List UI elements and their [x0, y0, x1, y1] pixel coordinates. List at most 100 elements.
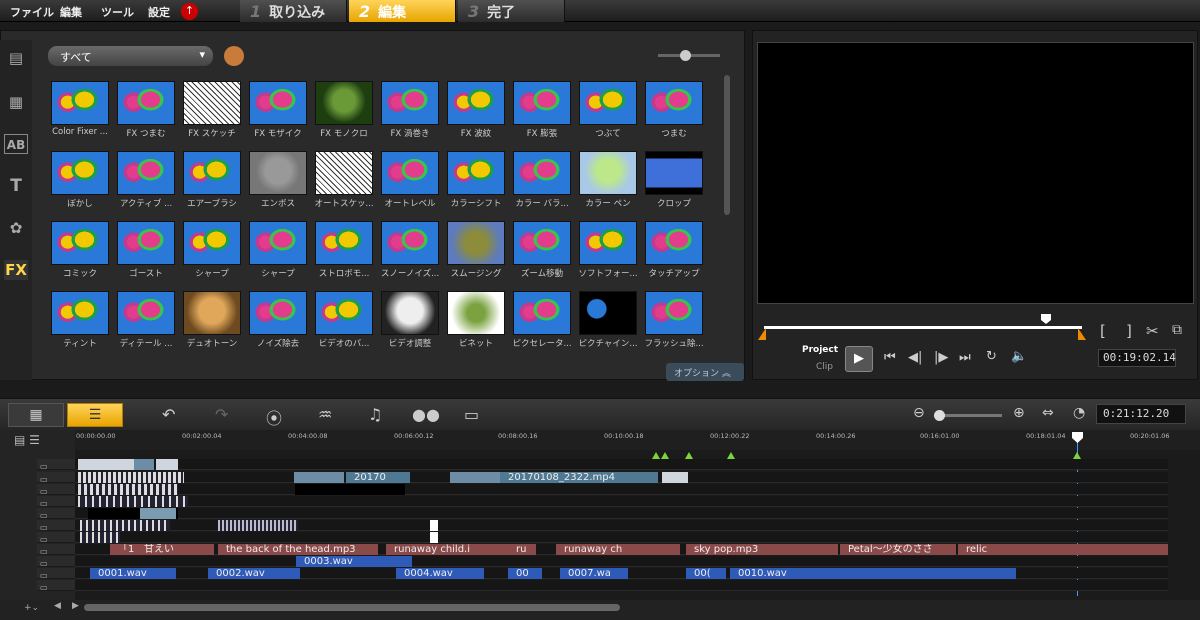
- zoom-out-icon[interactable]: ⊖: [913, 405, 925, 421]
- timeline-clip[interactable]: 0010.wav: [730, 568, 1016, 579]
- effect-thumbnail[interactable]: [117, 81, 175, 125]
- chapter-marker[interactable]: [1073, 452, 1081, 459]
- track-header[interactable]: ▭: [37, 496, 75, 508]
- effect-thumbnail[interactable]: [183, 151, 241, 195]
- effect-thumbnail[interactable]: [315, 151, 373, 195]
- effect-thumbnail[interactable]: [579, 151, 637, 195]
- menu-settings[interactable]: 設定: [148, 4, 170, 20]
- effect-thumbnail[interactable]: [51, 291, 109, 335]
- effect-thumbnail[interactable]: [645, 81, 703, 125]
- timeline-clip[interactable]: sky pop.mp3: [686, 544, 838, 555]
- media-icon[interactable]: ▤: [4, 48, 28, 68]
- timeline-clip[interactable]: 「1: [110, 544, 136, 555]
- chapter-marker[interactable]: [727, 452, 735, 459]
- timeline-clip[interactable]: [140, 508, 176, 519]
- track-header[interactable]: ▭: [37, 520, 75, 532]
- timeline-clip[interactable]: [218, 520, 298, 531]
- timeline-track[interactable]: [75, 580, 1168, 591]
- mark-in-icon[interactable]: [: [1100, 322, 1106, 340]
- scissors-icon[interactable]: ✂: [1146, 322, 1159, 340]
- timeline-clip[interactable]: [78, 496, 188, 507]
- timeline-clip[interactable]: 0002.wav: [208, 568, 300, 579]
- chapter-marker[interactable]: [652, 452, 660, 459]
- timeline-clip[interactable]: 20170: [346, 472, 410, 483]
- scroll-right-icon[interactable]: ▶: [72, 601, 79, 611]
- effect-thumbnail[interactable]: [645, 151, 703, 195]
- step-capture[interactable]: 1 取り込み: [240, 0, 347, 22]
- track-header[interactable]: ▭: [37, 556, 75, 568]
- timeline-clip[interactable]: 00: [508, 568, 542, 579]
- timeline-clip[interactable]: [295, 484, 405, 495]
- effect-thumbnail[interactable]: [513, 81, 571, 125]
- title-icon[interactable]: T: [4, 176, 28, 196]
- effect-thumbnail[interactable]: [513, 151, 571, 195]
- track-header[interactable]: ▭: [37, 472, 75, 484]
- fit-project-icon[interactable]: ⇔: [1042, 405, 1054, 421]
- zoom-in-icon[interactable]: ⊕: [1013, 405, 1025, 421]
- track-header[interactable]: ▭: [37, 532, 75, 544]
- timeline-track[interactable]: [75, 484, 1168, 495]
- prev-frame-icon[interactable]: ◀|: [908, 350, 922, 365]
- effect-thumbnail[interactable]: [249, 221, 307, 265]
- scrubber-bar[interactable]: [764, 326, 1082, 329]
- clip-mode-label[interactable]: Clip: [816, 362, 833, 372]
- timeline-clip[interactable]: 20170108_2322.mp4: [500, 472, 658, 483]
- go-end-icon[interactable]: ⏭: [959, 350, 971, 365]
- timeline-clip[interactable]: [430, 532, 438, 543]
- menu-file[interactable]: ファイル: [10, 4, 54, 20]
- effect-thumbnail[interactable]: [249, 81, 307, 125]
- copy-icon[interactable]: ⧉: [1172, 322, 1182, 338]
- effect-thumbnail[interactable]: [117, 151, 175, 195]
- volume-icon[interactable]: 🔈: [1011, 349, 1027, 364]
- timeline-clip[interactable]: [80, 520, 170, 531]
- repeat-icon[interactable]: ↻: [986, 349, 997, 364]
- auto-music-icon[interactable]: ♫: [368, 405, 382, 424]
- effect-thumbnail[interactable]: [315, 81, 373, 125]
- effect-thumbnail[interactable]: [381, 221, 439, 265]
- effect-thumbnail[interactable]: [645, 291, 703, 335]
- timeline-track[interactable]: [75, 496, 1168, 507]
- timeline-clip[interactable]: [78, 484, 178, 495]
- add-track-icon[interactable]: +⌄: [24, 603, 39, 613]
- effect-thumbnail[interactable]: [579, 81, 637, 125]
- effect-thumbnail[interactable]: [513, 291, 571, 335]
- undo-icon[interactable]: ↶: [162, 405, 175, 424]
- subtitle-editor-icon[interactable]: ▭: [464, 405, 479, 424]
- timeline-clip[interactable]: [430, 520, 438, 531]
- preview-timecode[interactable]: 00:19:02.14: [1098, 349, 1176, 367]
- effect-thumbnail[interactable]: [381, 291, 439, 335]
- instant-project-icon[interactable]: ▦: [4, 92, 28, 112]
- timeline-clip[interactable]: [134, 459, 154, 470]
- redo-icon[interactable]: ↷: [215, 405, 228, 424]
- timeline-clip[interactable]: [156, 459, 178, 470]
- effect-thumbnail[interactable]: [645, 221, 703, 265]
- timeline-track[interactable]: [75, 556, 1168, 567]
- next-frame-icon[interactable]: |▶: [934, 350, 948, 365]
- timeline-clip[interactable]: 0007.wa: [560, 568, 628, 579]
- library-scrollbar[interactable]: [724, 75, 730, 215]
- effect-thumbnail[interactable]: [315, 291, 373, 335]
- options-button[interactable]: オプション ︽: [666, 363, 744, 381]
- effect-thumbnail[interactable]: [51, 151, 109, 195]
- timeline-clip[interactable]: 0001.wav: [90, 568, 176, 579]
- effect-thumbnail[interactable]: [51, 221, 109, 265]
- timeline-clip[interactable]: 00(: [686, 568, 726, 579]
- track-header[interactable]: ▭: [37, 568, 75, 580]
- motion-tracking-icon[interactable]: ●●: [412, 405, 440, 424]
- effect-thumbnail[interactable]: [315, 221, 373, 265]
- menu-tools[interactable]: ツール: [101, 4, 134, 20]
- effect-thumbnail[interactable]: [447, 291, 505, 335]
- timeline-clip[interactable]: relic: [958, 544, 1168, 555]
- effect-thumbnail[interactable]: [183, 221, 241, 265]
- timeline-clip[interactable]: Petal～少女のささ: [840, 544, 956, 555]
- effect-thumbnail[interactable]: [249, 151, 307, 195]
- effect-thumbnail[interactable]: [381, 151, 439, 195]
- timeline-track[interactable]: [75, 532, 1168, 543]
- track-manager-icon[interactable]: ▤ ☰: [14, 433, 40, 447]
- effect-thumbnail[interactable]: [447, 151, 505, 195]
- sound-mixer-icon[interactable]: ♒: [318, 405, 332, 424]
- timeline-clip[interactable]: 0004.wav: [396, 568, 484, 579]
- effect-thumbnail[interactable]: [183, 81, 241, 125]
- menu-edit[interactable]: 編集: [60, 4, 82, 20]
- timeline-clip[interactable]: runaway ch: [556, 544, 680, 555]
